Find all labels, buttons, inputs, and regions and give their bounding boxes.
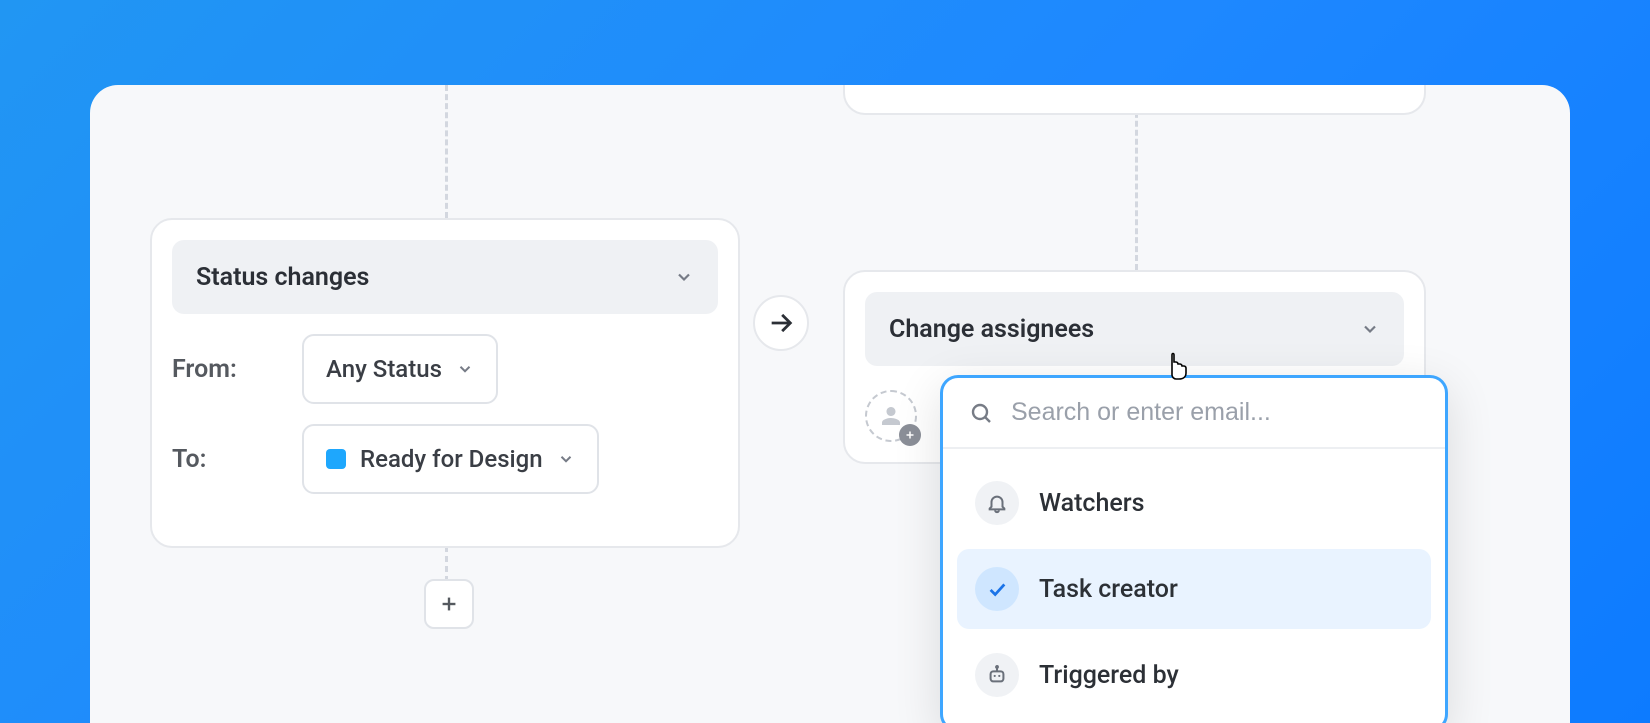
option-task-creator[interactable]: Task creator — [957, 549, 1431, 629]
bell-icon — [975, 481, 1019, 525]
plus-icon — [438, 593, 460, 615]
to-status-selector[interactable]: Ready for Design — [302, 424, 599, 494]
connector-line — [445, 546, 448, 582]
status-color-swatch — [326, 449, 346, 469]
dropdown-list: Watchers Task creator Triggered by — [943, 449, 1445, 723]
plus-badge — [899, 424, 921, 446]
option-label: Watchers — [1039, 489, 1144, 518]
trigger-type-label: Status changes — [196, 263, 369, 292]
add-step-button[interactable] — [424, 579, 474, 629]
to-label: To: — [172, 445, 284, 474]
trigger-card: Status changes From: Any Status To: Read… — [150, 218, 740, 548]
chevron-down-icon — [557, 450, 575, 468]
robot-icon — [975, 653, 1019, 697]
option-triggered-by[interactable]: Triggered by — [957, 635, 1431, 715]
dropdown-search-row — [943, 378, 1445, 449]
action-type-label: Change assignees — [889, 315, 1094, 344]
from-status-value: Any Status — [326, 355, 442, 383]
plus-icon — [904, 429, 916, 441]
from-status-selector[interactable]: Any Status — [302, 334, 498, 404]
trigger-type-selector[interactable]: Status changes — [172, 240, 718, 314]
from-label: From: — [172, 355, 284, 384]
add-assignee-button[interactable] — [865, 390, 917, 442]
arrow-right-icon — [767, 309, 795, 337]
to-status-value: Ready for Design — [360, 445, 543, 473]
chevron-down-icon — [1360, 319, 1380, 339]
option-label: Triggered by — [1039, 661, 1179, 690]
automation-canvas: Status changes From: Any Status To: Read… — [90, 85, 1570, 723]
person-icon — [879, 404, 903, 428]
assignee-dropdown: Watchers Task creator Triggered by — [940, 375, 1448, 723]
action-card-preview — [843, 85, 1426, 115]
chevron-down-icon — [674, 267, 694, 287]
chevron-down-icon — [456, 360, 474, 378]
option-label: Task creator — [1039, 575, 1178, 604]
option-watchers[interactable]: Watchers — [957, 463, 1431, 543]
flow-arrow — [753, 295, 809, 351]
connector-line — [445, 85, 448, 218]
check-icon — [975, 567, 1019, 611]
assignee-search-input[interactable] — [1011, 398, 1419, 427]
action-type-selector[interactable]: Change assignees — [865, 292, 1404, 366]
search-icon — [969, 401, 993, 425]
